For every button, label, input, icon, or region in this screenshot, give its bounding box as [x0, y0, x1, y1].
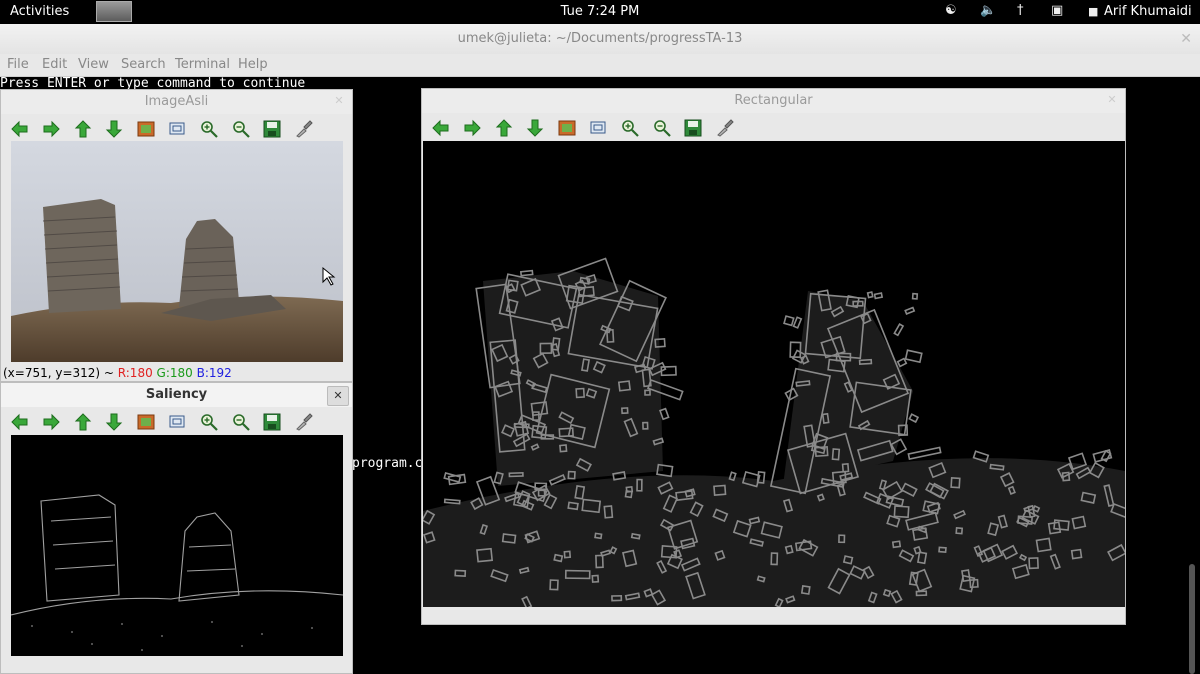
- zoom-in-icon[interactable]: [620, 119, 640, 137]
- properties-icon[interactable]: [294, 413, 314, 431]
- arrow-down-icon[interactable]: [525, 119, 545, 137]
- close-icon[interactable]: ✕: [1180, 24, 1192, 54]
- window-title: Saliency: [145, 387, 208, 402]
- save-icon[interactable]: [262, 413, 282, 431]
- volume-icon[interactable]: 🔈: [980, 3, 996, 18]
- coordinate-readout: (x=751, y=312) ~: [3, 366, 118, 380]
- image-icon[interactable]: [136, 120, 156, 138]
- menu-view[interactable]: View: [78, 57, 109, 72]
- close-icon[interactable]: ✕: [1105, 93, 1119, 107]
- user-icon[interactable]: ■: [1088, 5, 1098, 18]
- arrow-down-icon[interactable]: [104, 120, 124, 138]
- original-image[interactable]: [11, 141, 343, 362]
- toolbar: [1, 114, 352, 144]
- blue-value: B:192: [196, 366, 232, 380]
- close-icon[interactable]: ✕: [332, 94, 346, 108]
- arrow-up-icon[interactable]: [73, 413, 93, 431]
- accessibility-icon[interactable]: ☯: [945, 3, 957, 18]
- properties-icon[interactable]: [715, 119, 735, 137]
- terminal-title: umek@julieta: ~/Documents/progressTA-13: [457, 31, 743, 46]
- arrow-right-icon[interactable]: [41, 413, 61, 431]
- window-titlebar[interactable]: Rectangular ✕: [422, 89, 1125, 113]
- zoom-in-icon[interactable]: [199, 120, 219, 138]
- arrow-right-icon[interactable]: [462, 119, 482, 137]
- menu-help[interactable]: Help: [238, 57, 268, 72]
- menu-file[interactable]: File: [7, 57, 29, 72]
- rectangular-image[interactable]: [423, 141, 1125, 607]
- toolbar: [1, 407, 352, 437]
- zoom-out-icon[interactable]: [652, 119, 672, 137]
- pixel-status: (x=751, y=312) ~ R:180 G:180 B:192: [3, 366, 232, 380]
- menu-search[interactable]: Search: [121, 57, 166, 72]
- arrow-up-icon[interactable]: [494, 119, 514, 137]
- saliency-window: Saliency ✕: [0, 382, 353, 674]
- save-icon[interactable]: [683, 119, 703, 137]
- zoom-in-icon[interactable]: [199, 413, 219, 431]
- zoom-out-icon[interactable]: [231, 120, 251, 138]
- menu-edit[interactable]: Edit: [42, 57, 67, 72]
- window-title: ImageAsli: [144, 94, 209, 109]
- red-value: R:180: [117, 366, 153, 380]
- terminal-titlebar[interactable]: umek@julieta: ~/Documents/progressTA-13 …: [0, 24, 1200, 54]
- user-menu[interactable]: Arif Khumaidi: [1104, 4, 1192, 19]
- zoom-fit-icon[interactable]: [167, 120, 187, 138]
- arrow-down-icon[interactable]: [104, 413, 124, 431]
- zoom-out-icon[interactable]: [231, 413, 251, 431]
- saliency-image[interactable]: [11, 435, 343, 656]
- properties-icon[interactable]: [294, 120, 314, 138]
- zoom-fit-icon[interactable]: [167, 413, 187, 431]
- top-bar: Activities Tue 7:24 PM ☯ 🔈 † ▣ ■ Arif Kh…: [0, 0, 1200, 24]
- zoom-fit-icon[interactable]: [588, 119, 608, 137]
- arrow-right-icon[interactable]: [41, 120, 61, 138]
- arrow-left-icon[interactable]: [430, 119, 450, 137]
- arrow-left-icon[interactable]: [9, 120, 29, 138]
- rectangular-window: Rectangular ✕: [421, 88, 1126, 625]
- close-icon[interactable]: ✕: [327, 386, 349, 406]
- menu-terminal[interactable]: Terminal: [175, 57, 230, 72]
- network-icon[interactable]: ▣: [1051, 3, 1063, 18]
- terminal-menubar: File Edit View Search Terminal Help: [0, 54, 1200, 77]
- imageasli-window: ImageAsli ✕ (x=751, y=312) ~ R:180 G:180…: [0, 89, 353, 382]
- window-titlebar[interactable]: Saliency ✕: [1, 383, 352, 407]
- save-icon[interactable]: [262, 120, 282, 138]
- window-titlebar[interactable]: ImageAsli ✕: [1, 90, 352, 114]
- window-title: Rectangular: [734, 93, 813, 108]
- image-icon[interactable]: [136, 413, 156, 431]
- toolbar: [422, 113, 1125, 143]
- green-value: G:180: [156, 366, 193, 380]
- arrow-up-icon[interactable]: [73, 120, 93, 138]
- terminal-line: program.cp: [352, 456, 431, 471]
- arrow-left-icon[interactable]: [9, 413, 29, 431]
- image-icon[interactable]: [557, 119, 577, 137]
- terminal-scrollbar[interactable]: [1189, 564, 1195, 674]
- bluetooth-icon[interactable]: †: [1017, 3, 1024, 18]
